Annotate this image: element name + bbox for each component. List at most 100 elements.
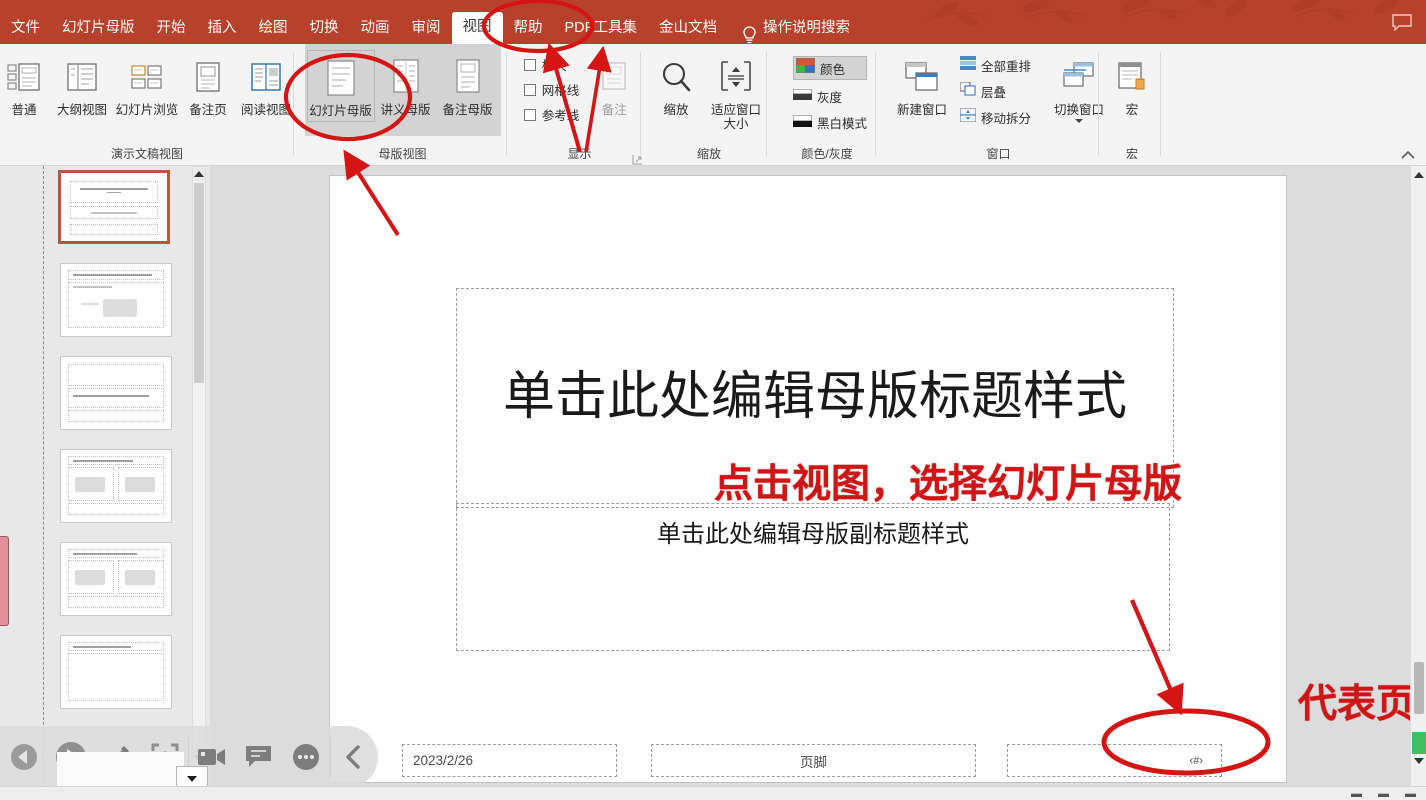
checkbox-guides-box[interactable]	[523, 108, 536, 121]
slide-thumbnail-4[interactable]	[60, 449, 172, 523]
view-button-notes-master[interactable]: 备注母版	[437, 50, 499, 120]
search-hint-label[interactable]: 操作说明搜索	[757, 13, 861, 45]
slide-thumbnail-5[interactable]	[60, 542, 172, 616]
magnifier-icon	[658, 53, 694, 101]
cascade-button[interactable]: 层叠	[959, 81, 1031, 101]
arrange-all-button[interactable]: 全部重排	[959, 56, 1031, 75]
view-button-slide-master[interactable]: 幻灯片母版	[306, 50, 375, 123]
checkbox-ruler-box[interactable]	[523, 58, 536, 71]
lightbulb-icon[interactable]	[742, 26, 757, 44]
slide-thumbnail-2[interactable]	[60, 263, 172, 337]
chevron-down-icon[interactable]	[1075, 119, 1083, 124]
new-window-button[interactable]: 新建窗口	[888, 50, 956, 120]
tab-home[interactable]: 开始	[146, 13, 197, 45]
view-button-slide-sorter-label: 幻灯片浏览	[115, 103, 179, 117]
fit-window-button[interactable]: 适应窗口大小	[703, 50, 769, 135]
tab-pdf-tools[interactable]: PDF工具集	[554, 13, 649, 45]
switch-window-button[interactable]: 切换窗口	[1045, 50, 1113, 126]
color-mode-blackwhite[interactable]: 黑白模式	[792, 113, 867, 132]
tab-kingsoft-docs[interactable]: 金山文档	[648, 13, 728, 45]
status-view-icon-3[interactable]: ▬	[1405, 788, 1416, 800]
previous-icon	[10, 744, 37, 770]
view-button-reading[interactable]: 阅读视图	[235, 50, 297, 120]
subtitle-placeholder-text: 单击此处编辑母版副标题样式	[657, 521, 969, 548]
tab-transitions[interactable]: 切换	[299, 13, 350, 45]
tab-help[interactable]: 帮助	[503, 13, 554, 45]
slide-thumbnail-1[interactable]	[58, 170, 170, 244]
switch-window-icon	[1060, 53, 1098, 101]
display-dialog-launcher[interactable]	[632, 152, 643, 165]
tab-draw[interactable]: 绘图	[248, 13, 299, 45]
canvas-vertical-scrollbar[interactable]	[1410, 166, 1426, 800]
checkbox-gridlines-label: 网格线	[541, 84, 580, 98]
slide-canvas-area: 单击此处编辑母版标题样式 单击此处编辑母版副标题样式 2023/2/26 页脚 …	[210, 166, 1426, 800]
color-mode-color[interactable]: 颜色	[792, 56, 867, 80]
notes-button[interactable]: 备注	[587, 50, 641, 120]
ribbon-group-display: 标尺 网格线 参考线 备注 显示	[512, 44, 647, 166]
thumbnail-panel-scrollbar[interactable]	[192, 166, 206, 766]
status-white-strip	[57, 752, 184, 786]
tab-animations[interactable]: 动画	[350, 13, 401, 45]
scrollbar-thumb[interactable]	[1414, 662, 1424, 714]
view-button-normal[interactable]: 普通	[0, 50, 51, 120]
view-button-notes-page[interactable]: 备注页	[181, 50, 235, 120]
footer-placeholder[interactable]: 页脚	[651, 744, 976, 777]
notes-page-icon	[190, 53, 226, 101]
slide-number-placeholder-text: ‹#›	[1189, 754, 1203, 767]
status-bar-right: ▬ ▬ ▬	[1351, 788, 1426, 800]
view-button-normal-label: 普通	[11, 103, 37, 117]
zoom-button-label: 缩放	[663, 103, 689, 117]
tab-insert[interactable]: 插入	[197, 13, 248, 45]
status-view-icon-2[interactable]: ▬	[1378, 788, 1389, 800]
tab-slide-master[interactable]: 幻灯片母版	[51, 13, 146, 45]
subtitle-placeholder[interactable]: 单击此处编辑母版副标题样式	[456, 503, 1170, 651]
chevron-up-icon[interactable]	[1400, 148, 1416, 160]
group-separator-2	[506, 52, 507, 156]
grayscale-icon	[792, 88, 813, 106]
view-button-slide-sorter[interactable]: 幻灯片浏览	[113, 50, 181, 120]
cascade-icon	[959, 81, 976, 101]
scrollbar-down-button[interactable]	[1413, 754, 1425, 768]
move-split-button[interactable]: 移动拆分	[959, 107, 1031, 127]
tab-file[interactable]: 文件	[0, 13, 51, 45]
blackwhite-icon	[792, 114, 813, 132]
wps-powerpoint-window: 文件 幻灯片母版 开始 插入 绘图 切换 动画 审阅 视图 帮助 PDF工具集 …	[0, 0, 1426, 800]
tab-review[interactable]: 审阅	[401, 13, 452, 45]
comment-share-icon[interactable]	[1392, 14, 1412, 32]
collapse-toolbar-button[interactable]	[331, 726, 378, 788]
panel-collapse-tab[interactable]	[0, 536, 9, 626]
checkbox-guides[interactable]: 参考线	[523, 105, 579, 124]
slide-editing-surface[interactable]: 单击此处编辑母版标题样式 单击此处编辑母版副标题样式 2023/2/26 页脚 …	[330, 176, 1426, 782]
tab-view[interactable]: 视图	[451, 11, 503, 44]
view-button-outline[interactable]: 大纲视图	[51, 50, 113, 120]
previous-button[interactable]	[0, 726, 47, 788]
ribbon-toolbar: 普通 大纲视图 幻灯片浏览 备注页 阅读视图 演示文稿视图 幻灯片母版 讲义母版…	[0, 44, 1426, 166]
group-separator-7	[1160, 52, 1161, 156]
title-placeholder-text: 单击此处编辑母版标题样式	[502, 369, 1127, 427]
more-icon	[293, 744, 320, 770]
view-button-handout-master[interactable]: 讲义母版	[375, 50, 437, 120]
checkbox-gridlines[interactable]: 网格线	[523, 80, 580, 99]
scroll-up-button[interactable]	[193, 167, 205, 181]
slide-thumbnail-list[interactable]	[48, 170, 188, 794]
color-mode-grayscale[interactable]: 灰度	[792, 87, 867, 106]
scroll-thumb[interactable]	[194, 183, 204, 383]
annotation-page-number-note: 代表页码	[1298, 683, 1426, 726]
ribbon-group-macros: 宏 宏	[1104, 44, 1160, 166]
checkbox-ruler[interactable]: 标尺	[523, 55, 580, 74]
zoom-button[interactable]: 缩放	[649, 50, 703, 120]
slide-thumbnail-3[interactable]	[60, 356, 172, 430]
ribbon-group-label-master-views: 母版视图	[378, 147, 427, 161]
date-placeholder[interactable]: 2023/2/26	[402, 744, 617, 777]
slide-thumbnail-6[interactable]	[60, 635, 172, 709]
scrollbar-up-button[interactable]	[1413, 168, 1425, 182]
comment-icon	[246, 746, 272, 767]
comment-button[interactable]	[236, 726, 283, 788]
ribbon-group-zoom: 缩放 适应窗口大小 缩放	[646, 44, 772, 166]
ribbon-group-label-display: 显示	[567, 147, 592, 161]
status-view-icon-1[interactable]: ▬	[1351, 788, 1362, 800]
macro-button[interactable]: 宏	[1105, 50, 1159, 120]
slide-number-placeholder[interactable]: ‹#›	[1007, 744, 1222, 777]
more-options-button[interactable]	[283, 726, 330, 788]
checkbox-gridlines-box[interactable]	[523, 83, 536, 96]
